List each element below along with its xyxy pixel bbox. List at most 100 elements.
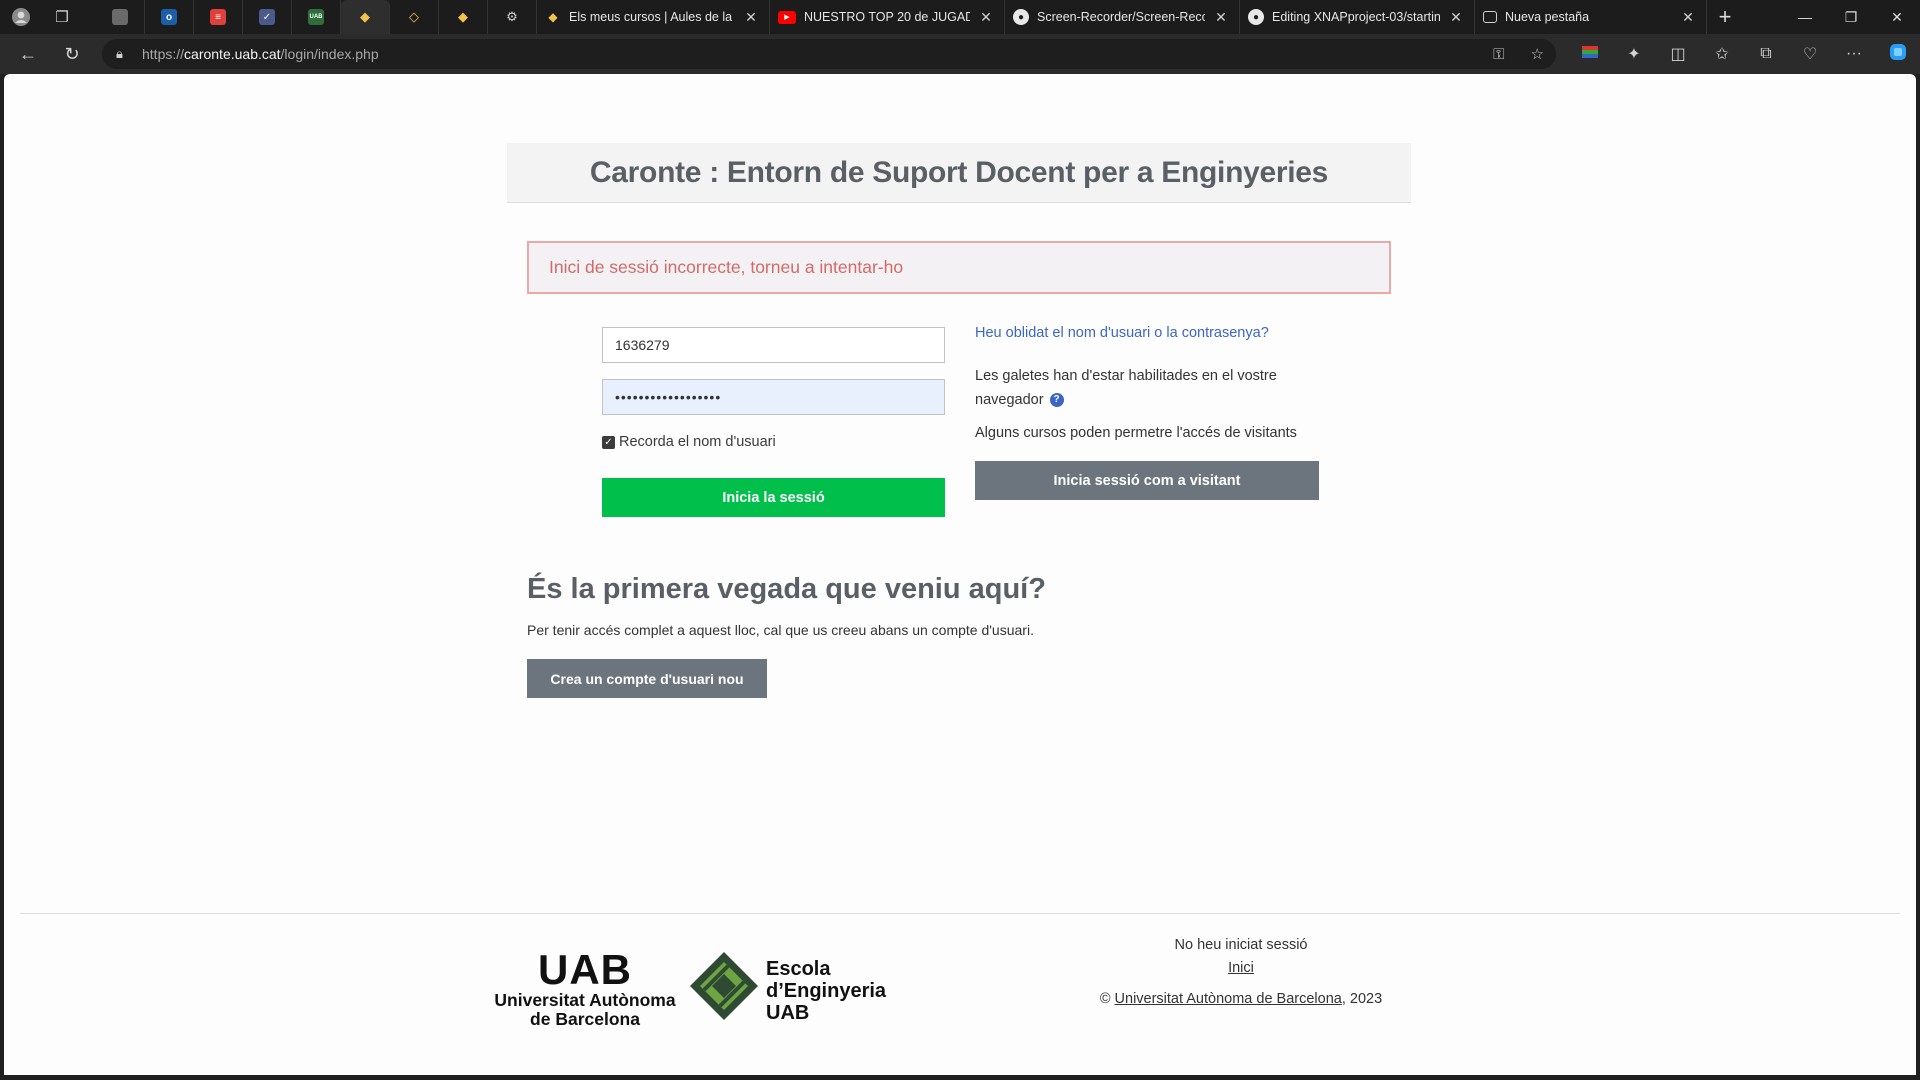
close-icon[interactable]: ✕ (1213, 9, 1229, 26)
profile-icon[interactable] (0, 0, 42, 34)
home-link[interactable]: Inici (1076, 960, 1406, 976)
first-time-description: Per tenir accés complet a aquest lloc, c… (527, 622, 1034, 638)
create-account-button[interactable]: Crea un compte d'usuari nou (527, 659, 767, 698)
tab-title: NUESTRO TOP 20 de JUGADORES (804, 10, 970, 24)
diamond-2-favicon-icon: ◆ (458, 9, 468, 24)
password-value: •••••••••••••••••• (615, 389, 722, 405)
login-button[interactable]: Inicia la sessió (602, 478, 945, 517)
close-icon[interactable]: ✕ (743, 9, 759, 26)
tab-github-editing[interactable]: ● Editing XNAPproject-03/starting ✕ (1240, 0, 1475, 34)
refresh-icon[interactable]: ↻ (50, 34, 94, 74)
tab-aules-uab[interactable]: ◆ Els meus cursos | Aules de la UAB ✕ (537, 0, 770, 34)
favorites-icon[interactable]: ✩ (1700, 44, 1744, 64)
workspaces-icon[interactable]: ❐ (42, 0, 82, 34)
diamond-active-favicon-icon: ◆ (360, 9, 370, 24)
uab-link[interactable]: Universitat Autònoma de Barcelona (1115, 991, 1342, 1007)
remember-username[interactable]: ✓ Recorda el nom d'usuari (602, 434, 776, 450)
page-header: Caronte : Entorn de Suport Docent per a … (507, 143, 1411, 203)
eng-line2: d’Enginyeria (766, 980, 887, 1002)
collections-icon[interactable]: ⧉ (1744, 45, 1788, 63)
eng-line3: UAB (766, 1002, 810, 1024)
cookies-text: Les galetes han d'estar habilitades en e… (975, 368, 1277, 408)
pinned-tab-check[interactable]: ✓ (243, 0, 292, 34)
lock-icon[interactable]: 🔒︎ (116, 46, 142, 62)
address-bar[interactable]: 🔒︎ https://caronte.uab.cat/login/index.p… (102, 39, 1556, 69)
username-value: 1636279 (615, 337, 670, 353)
uab-logo-line2: de Barcelona (530, 1009, 640, 1029)
youtube-icon: ▶ (778, 10, 796, 24)
pinned-tab-openai[interactable]: ⚙ (488, 0, 537, 34)
window-controls: — ❐ ✕ (1782, 9, 1920, 26)
tab-youtube[interactable]: ▶ NUESTRO TOP 20 de JUGADORES ✕ (770, 0, 1005, 34)
newtab-icon (1483, 11, 1497, 23)
pinned-tab-outlook[interactable]: o (145, 0, 194, 34)
password-field[interactable]: •••••••••••••••••• (602, 379, 945, 415)
page-title: Caronte : Entorn de Suport Docent per a … (589, 155, 1329, 189)
eng-line1: Escola (766, 958, 831, 980)
photo-favicon-icon (112, 9, 128, 25)
close-icon[interactable]: ✕ (1680, 9, 1696, 26)
minimize-icon[interactable]: — (1782, 9, 1828, 26)
forgot-credentials-link[interactable]: Heu oblidat el nom d'usuari o la contras… (975, 325, 1269, 341)
tab-title: Nueva pestaña (1505, 10, 1590, 24)
close-window-icon[interactable]: ✕ (1874, 9, 1920, 26)
cookies-notice: Les galetes han d'estar habilitades en e… (975, 364, 1305, 412)
tab-title: Editing XNAPproject-03/starting (1272, 10, 1440, 24)
pinned-tab-photo[interactable] (96, 0, 145, 34)
github-icon: ● (1248, 9, 1264, 25)
login-error-alert: Inici de sessió incorrecte, torneu a int… (527, 241, 1391, 294)
remember-label: Recorda el nom d'usuari (619, 434, 776, 450)
engineering-school-logo-mark (690, 952, 758, 1020)
guest-login-button[interactable]: Inicia sessió com a visitant (975, 461, 1319, 500)
extensions-icon[interactable]: ✦ (1612, 44, 1656, 64)
remember-checkbox[interactable]: ✓ (602, 435, 615, 449)
new-tab-button[interactable]: + (1707, 4, 1743, 30)
split-screen-icon[interactable]: ◫ (1656, 44, 1700, 64)
outlook-favicon-icon: o (161, 9, 177, 25)
diamond-outline-favicon-icon: ◇ (409, 9, 419, 24)
pinned-tab-diamond-2[interactable]: ◆ (439, 0, 488, 34)
tab-new-tab[interactable]: Nueva pestaña ✕ (1475, 0, 1707, 34)
footer-divider (20, 913, 1900, 914)
copilot-icon[interactable] (1876, 42, 1920, 67)
openai-favicon-icon: ⚙ (506, 9, 518, 24)
engineering-school-logo-text: Escola d’Enginyeria UAB (766, 958, 886, 1024)
url-text: https://caronte.uab.cat/login/index.php (142, 46, 379, 62)
todoist-favicon-icon: ≡ (210, 9, 226, 25)
pinned-tab-diamond-outline[interactable]: ◇ (390, 0, 439, 34)
copyright-symbol: © (1099, 991, 1111, 1007)
help-icon[interactable]: ? (1049, 393, 1064, 408)
uab-logo-line1: Universitat Autònoma (494, 990, 676, 1010)
github-icon: ● (1013, 9, 1029, 25)
copyright-year: , 2023 (1341, 991, 1383, 1007)
tab-title: Els meus cursos | Aules de la UAB (569, 10, 735, 24)
key-icon[interactable]: ⚿ (1493, 46, 1504, 63)
pinned-tab-uab[interactable]: UAB (292, 0, 341, 34)
close-icon[interactable]: ✕ (978, 9, 994, 26)
uab-logo-text: UAB (538, 946, 632, 993)
flag-extension-icon[interactable] (1568, 45, 1612, 63)
page-viewport: Caronte : Entorn de Suport Docent per a … (4, 74, 1916, 1075)
username-field[interactable]: 1636279 (602, 327, 945, 363)
tab-title: Screen-Recorder/Screen-Recorder (1037, 10, 1205, 24)
pinned-tab-diamond-active[interactable]: ◆ (341, 0, 390, 34)
pinned-tab-todoist[interactable]: ≡ (194, 0, 243, 34)
favorite-star-icon[interactable]: ☆ (1531, 45, 1544, 63)
login-status: No heu iniciat sessió (1174, 937, 1308, 953)
check-favicon-icon: ✓ (259, 9, 275, 25)
close-icon[interactable]: ✕ (1448, 9, 1464, 26)
more-menu-icon[interactable]: ··· (1832, 45, 1876, 63)
tab-github-screen-recorder[interactable]: ● Screen-Recorder/Screen-Recorder ✕ (1005, 0, 1240, 34)
pinned-tabs: o ≡ ✓ UAB ◆ ◇ ◆ ⚙ (96, 0, 537, 34)
browser-essentials-icon[interactable]: ♡ (1788, 44, 1832, 64)
restore-icon[interactable]: ❐ (1828, 9, 1874, 26)
copyright: © Universitat Autònoma de Barcelona, 202… (1026, 991, 1456, 1007)
toolbar-actions: ✦ ◫ ✩ ⧉ ♡ ··· (1568, 34, 1920, 74)
uab-logo: UAB Universitat Autònoma de Barcelona (482, 949, 688, 1029)
uab-favicon-icon: UAB (308, 9, 324, 25)
error-message: Inici de sessió incorrecte, torneu a int… (549, 257, 904, 277)
back-icon[interactable]: ← (6, 34, 50, 74)
first-time-heading: És la primera vegada que veniu aquí? (527, 573, 1046, 605)
guests-notice: Alguns cursos poden permetre l'accés de … (975, 425, 1297, 441)
diamond-icon: ◆ (548, 10, 558, 24)
